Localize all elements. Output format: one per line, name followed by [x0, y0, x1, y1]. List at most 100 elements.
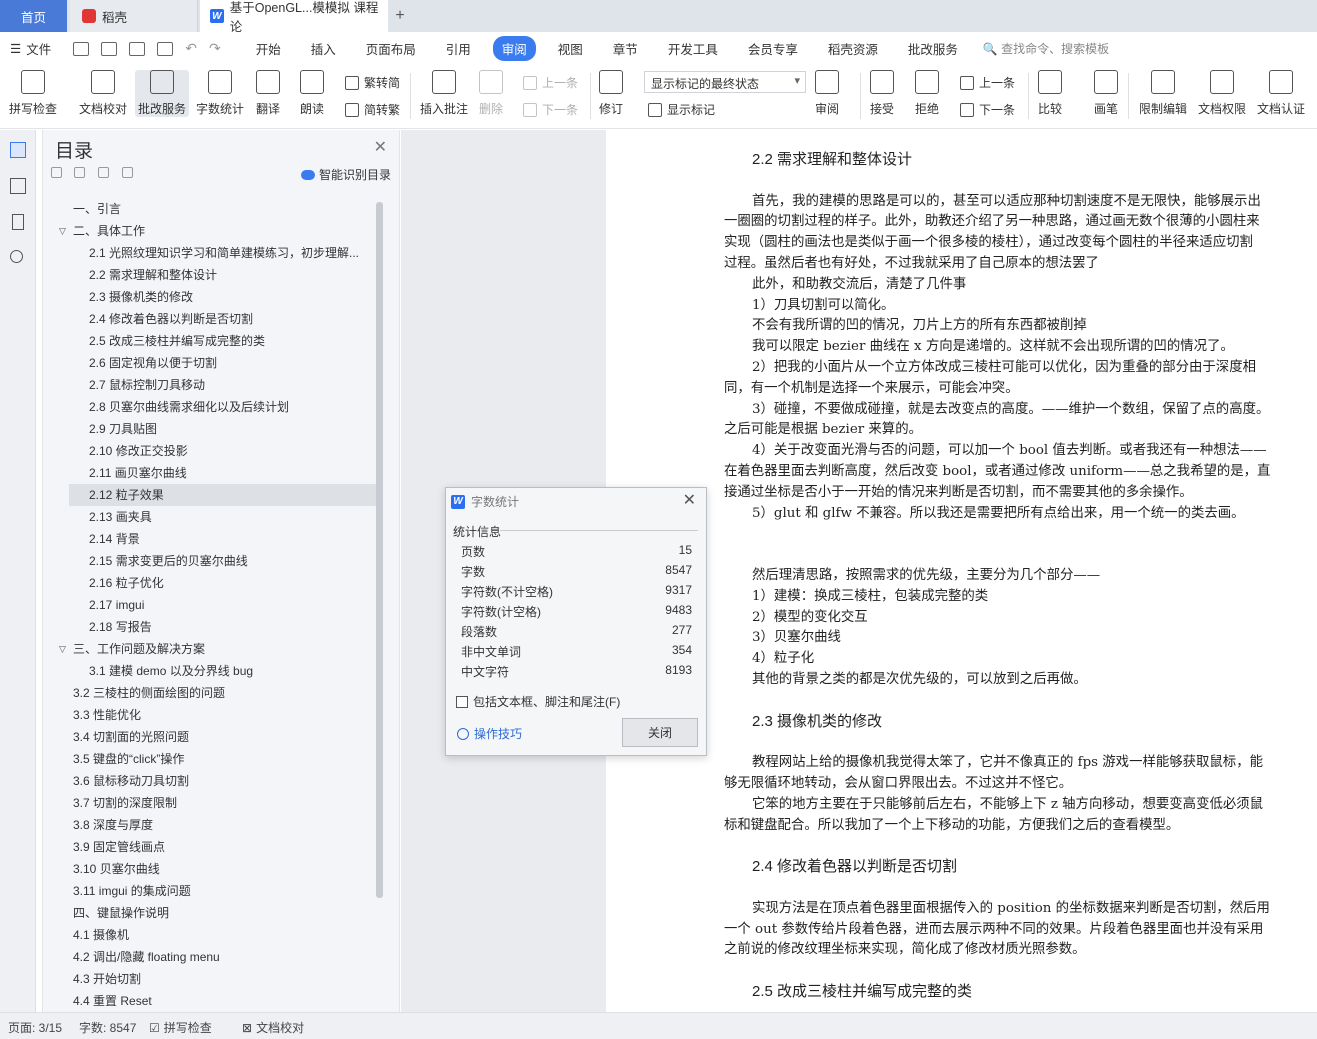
outline-icon[interactable] — [10, 178, 26, 194]
spell-check-button[interactable]: 拼写检查 — [9, 70, 57, 117]
delete-comment-button[interactable]: 删除 — [479, 70, 503, 117]
markup-state-select[interactable]: 显示标记的最终状态 — [644, 71, 806, 93]
menu-tab-9[interactable]: 稻壳资源 — [820, 36, 886, 61]
level-up-icon[interactable] — [74, 167, 85, 178]
compare-button[interactable]: 比较 — [1038, 70, 1062, 117]
menu-tab-1[interactable]: 插入 — [303, 36, 344, 61]
toc-item[interactable]: 4.3 开始切割 — [43, 968, 377, 990]
toc-item[interactable]: 2.6 固定视角以便于切割 — [43, 352, 377, 374]
save-icon[interactable] — [73, 41, 90, 56]
grading-button[interactable]: 批改服务 — [135, 70, 190, 117]
document-cert-button[interactable]: 文档认证 — [1257, 70, 1305, 117]
menu-tab-8[interactable]: 会员专享 — [740, 36, 806, 61]
chevron-down-icon[interactable]: ▽ — [59, 220, 66, 242]
word-count-button[interactable]: 字数统计 — [196, 70, 244, 117]
tab-document[interactable]: W 基于OpenGL...模模拟 课程论 — [200, 0, 388, 34]
remove-heading-icon[interactable] — [122, 167, 133, 178]
toc-item[interactable]: 2.8 贝塞尔曲线需求细化以及后续计划 — [43, 396, 377, 418]
next-comment-button[interactable]: 下一条 — [523, 101, 578, 118]
pen-button[interactable]: 画笔 — [1094, 70, 1118, 117]
toc-item[interactable]: 3.2 三棱柱的侧面绘图的问题 — [43, 682, 377, 704]
menu-tab-10[interactable]: 批改服务 — [900, 36, 966, 61]
file-menu[interactable]: ☰ 文件 — [10, 39, 51, 58]
document-rights-button[interactable]: 文档权限 — [1198, 70, 1246, 117]
next-change-button[interactable]: 下一条 — [960, 101, 1015, 118]
menu-tab-6[interactable]: 章节 — [605, 36, 646, 61]
chevron-down-icon[interactable]: ▽ — [59, 638, 66, 660]
insert-comment-button[interactable]: 插入批注 — [420, 70, 468, 117]
menu-tab-7[interactable]: 开发工具 — [660, 36, 726, 61]
toc-item[interactable]: 2.4 修改着色器以判断是否切割 — [43, 308, 377, 330]
word-count-indicator[interactable]: 字数: 8547 — [79, 1019, 136, 1036]
restrict-editing-button[interactable]: 限制编辑 — [1139, 70, 1187, 117]
toc-item[interactable]: 2.7 鼠标控制刀具移动 — [43, 374, 377, 396]
undo-icon[interactable]: ↶ — [185, 40, 197, 57]
close-button[interactable]: 关闭 — [622, 718, 698, 747]
menu-tab-4[interactable]: 审阅 — [492, 36, 536, 61]
close-icon[interactable]: ✕ — [374, 137, 387, 157]
toc-item[interactable]: 4.1 摄像机 — [43, 924, 377, 946]
trad-to-simp-button[interactable]: 繁转简 — [345, 74, 400, 91]
toc-item[interactable]: ▽ 三、工作问题及解决方案 — [43, 638, 377, 660]
tab-home[interactable]: 首页 — [0, 0, 67, 32]
review-pane-button[interactable]: 审阅 — [815, 70, 839, 117]
toc-item[interactable]: 一、引言 — [43, 198, 377, 220]
toc-item[interactable]: 3.10 贝塞尔曲线 — [43, 858, 377, 880]
close-icon[interactable]: ✕ — [683, 490, 696, 510]
toc-item[interactable]: 2.15 需求变更后的贝塞尔曲线 — [43, 550, 377, 572]
toc-item[interactable]: 2.1 光照纹理知识学习和简单建模练习，初步理解... — [43, 242, 377, 264]
collapse-all-icon[interactable] — [51, 167, 62, 178]
toc-item[interactable]: 2.5 改成三棱柱并编写成完整的类 — [43, 330, 377, 352]
toc-item[interactable]: 2.14 背景 — [43, 528, 377, 550]
menu-tab-5[interactable]: 视图 — [550, 36, 591, 61]
toc-item[interactable]: ▽ 二、具体工作 — [43, 220, 377, 242]
toc-item[interactable]: 2.3 摄像机类的修改 — [43, 286, 377, 308]
document-page[interactable]: 2.2 需求理解和整体设计 首先，我的建模的思路是可以的，甚至可以适应那种切割速度… — [606, 130, 1317, 1012]
toc-item[interactable]: 2.10 修改正交投影 — [43, 440, 377, 462]
tab-daoke[interactable]: 稻壳 — [70, 0, 198, 32]
toc-item[interactable]: 2.18 写报告 — [43, 616, 377, 638]
simp-to-trad-button[interactable]: 简转繁 — [345, 101, 400, 118]
prev-change-button[interactable]: 上一条 — [960, 74, 1015, 91]
accept-button[interactable]: 接受 — [870, 70, 894, 117]
toc-scrollbar[interactable] — [376, 202, 383, 898]
redo-icon[interactable]: ↷ — [209, 40, 221, 57]
show-markup-button[interactable]: 显示标记 — [648, 101, 715, 118]
toc-item[interactable]: 2.2 需求理解和整体设计 — [43, 264, 377, 286]
toc-item[interactable]: 3.1 建模 demo 以及分界线 bug — [43, 660, 377, 682]
toc-item[interactable]: 3.5 键盘的“click”操作 — [43, 748, 377, 770]
toc-panel-icon[interactable] — [10, 142, 26, 158]
toc-item[interactable]: 3.6 鼠标移动刀具切割 — [43, 770, 377, 792]
translate-button[interactable]: 翻译 — [256, 70, 280, 117]
proofread-button[interactable]: 文档校对 — [79, 70, 127, 117]
add-heading-icon[interactable] — [98, 167, 109, 178]
menu-tab-0[interactable]: 开始 — [248, 36, 289, 61]
bookmark-icon[interactable] — [12, 214, 24, 230]
toc-item[interactable]: 2.11 画贝塞尔曲线 — [43, 462, 377, 484]
toc-item[interactable]: 2.9 刀具贴图 — [43, 418, 377, 440]
menu-tab-3[interactable]: 引用 — [438, 36, 479, 61]
toc-item[interactable]: 2.12 粒子效果 — [69, 484, 377, 506]
toc-item[interactable]: 3.7 切割的深度限制 — [43, 792, 377, 814]
export-icon[interactable] — [101, 41, 118, 56]
toc-item[interactable]: 2.16 粒子优化 — [43, 572, 377, 594]
toc-item[interactable]: 3.4 切割面的光照问题 — [43, 726, 377, 748]
smart-toc-button[interactable]: 智能识别目录 — [300, 166, 391, 183]
spell-check-status[interactable]: ☑ 拼写检查 — [149, 1019, 212, 1036]
search-icon[interactable] — [10, 250, 23, 263]
proofread-status[interactable]: ⊠ 文档校对 — [242, 1019, 304, 1036]
include-textbox-checkbox[interactable]: 包括文本框、脚注和尾注(F) — [456, 693, 620, 710]
print-icon[interactable] — [129, 41, 146, 56]
toc-item[interactable]: 4.2 调出/隐藏 floating menu — [43, 946, 377, 968]
track-changes-button[interactable]: 修订 — [599, 70, 623, 117]
toc-item[interactable]: 4.4 重置 Reset — [43, 990, 377, 1012]
reject-button[interactable]: 拒绝 — [915, 70, 939, 117]
menu-tab-2[interactable]: 页面布局 — [358, 36, 424, 61]
toc-item[interactable]: 2.17 imgui — [43, 594, 377, 616]
toc-item[interactable]: 2.13 画夹具 — [43, 506, 377, 528]
toc-item[interactable]: 3.3 性能优化 — [43, 704, 377, 726]
read-aloud-button[interactable]: 朗读 — [300, 70, 324, 117]
toc-item[interactable]: 四、键鼠操作说明 — [43, 902, 377, 924]
page-indicator[interactable]: 页面: 3/15 — [8, 1019, 62, 1036]
toc-item[interactable]: 3.11 imgui 的集成问题 — [43, 880, 377, 902]
